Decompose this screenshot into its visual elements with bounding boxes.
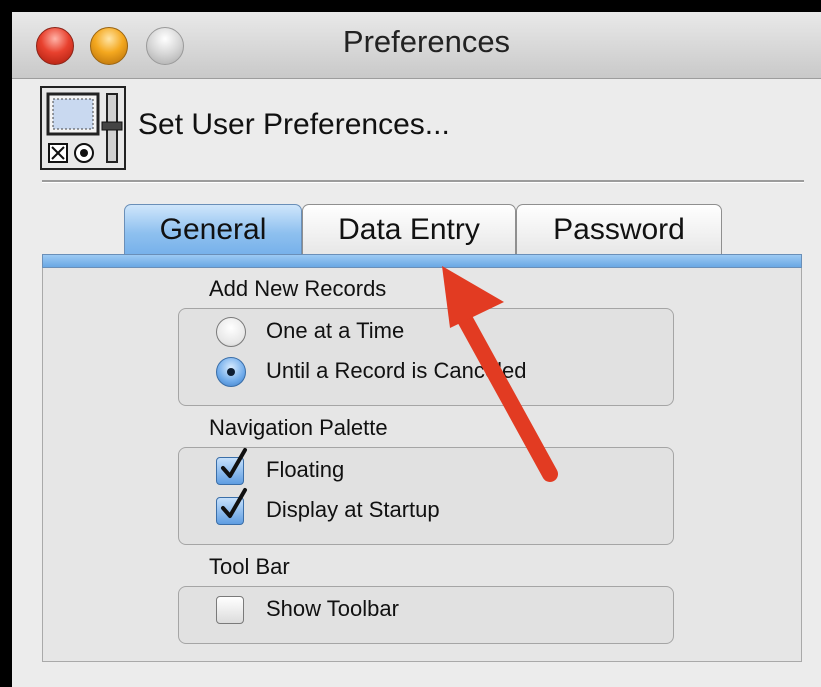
add-new-records-label: Add New Records [209, 276, 387, 301]
tab-general[interactable]: General [124, 204, 302, 256]
checkmark-icon [221, 448, 247, 478]
title-bar[interactable]: Preferences [12, 12, 821, 79]
tab-password[interactable]: Password [516, 204, 722, 256]
red-arrow-icon [442, 266, 558, 482]
navigation-palette-label: Navigation Palette [209, 415, 388, 440]
preferences-window: Preferences Set User Preferences... Gene… [12, 12, 821, 687]
tab-data-entry[interactable]: Data Entry [302, 204, 516, 256]
show-toolbar-checkbox[interactable] [216, 596, 244, 624]
show-toolbar-label[interactable]: Show Toolbar [266, 596, 399, 622]
header-divider [42, 180, 804, 183]
one-at-a-time-radio[interactable] [216, 317, 246, 347]
tool-bar-label: Tool Bar [209, 554, 290, 579]
checkmark-icon [221, 488, 247, 518]
screenshot-frame: Preferences Set User Preferences... Gene… [0, 0, 821, 687]
radio-selected-dot [227, 368, 235, 376]
preferences-panel-icon [40, 86, 126, 170]
floating-label[interactable]: Floating [266, 457, 344, 483]
tool-bar-group [178, 586, 674, 644]
display-at-startup-label[interactable]: Display at Startup [266, 497, 440, 523]
header-title: Set User Preferences... [138, 108, 450, 141]
window-title: Preferences [342, 24, 511, 59]
tab-strip [42, 254, 802, 268]
one-at-a-time-label[interactable]: One at a Time [266, 318, 404, 344]
display-at-startup-checkbox[interactable] [216, 488, 247, 525]
until-canceled-radio[interactable] [216, 357, 246, 387]
floating-checkbox[interactable] [216, 448, 247, 485]
